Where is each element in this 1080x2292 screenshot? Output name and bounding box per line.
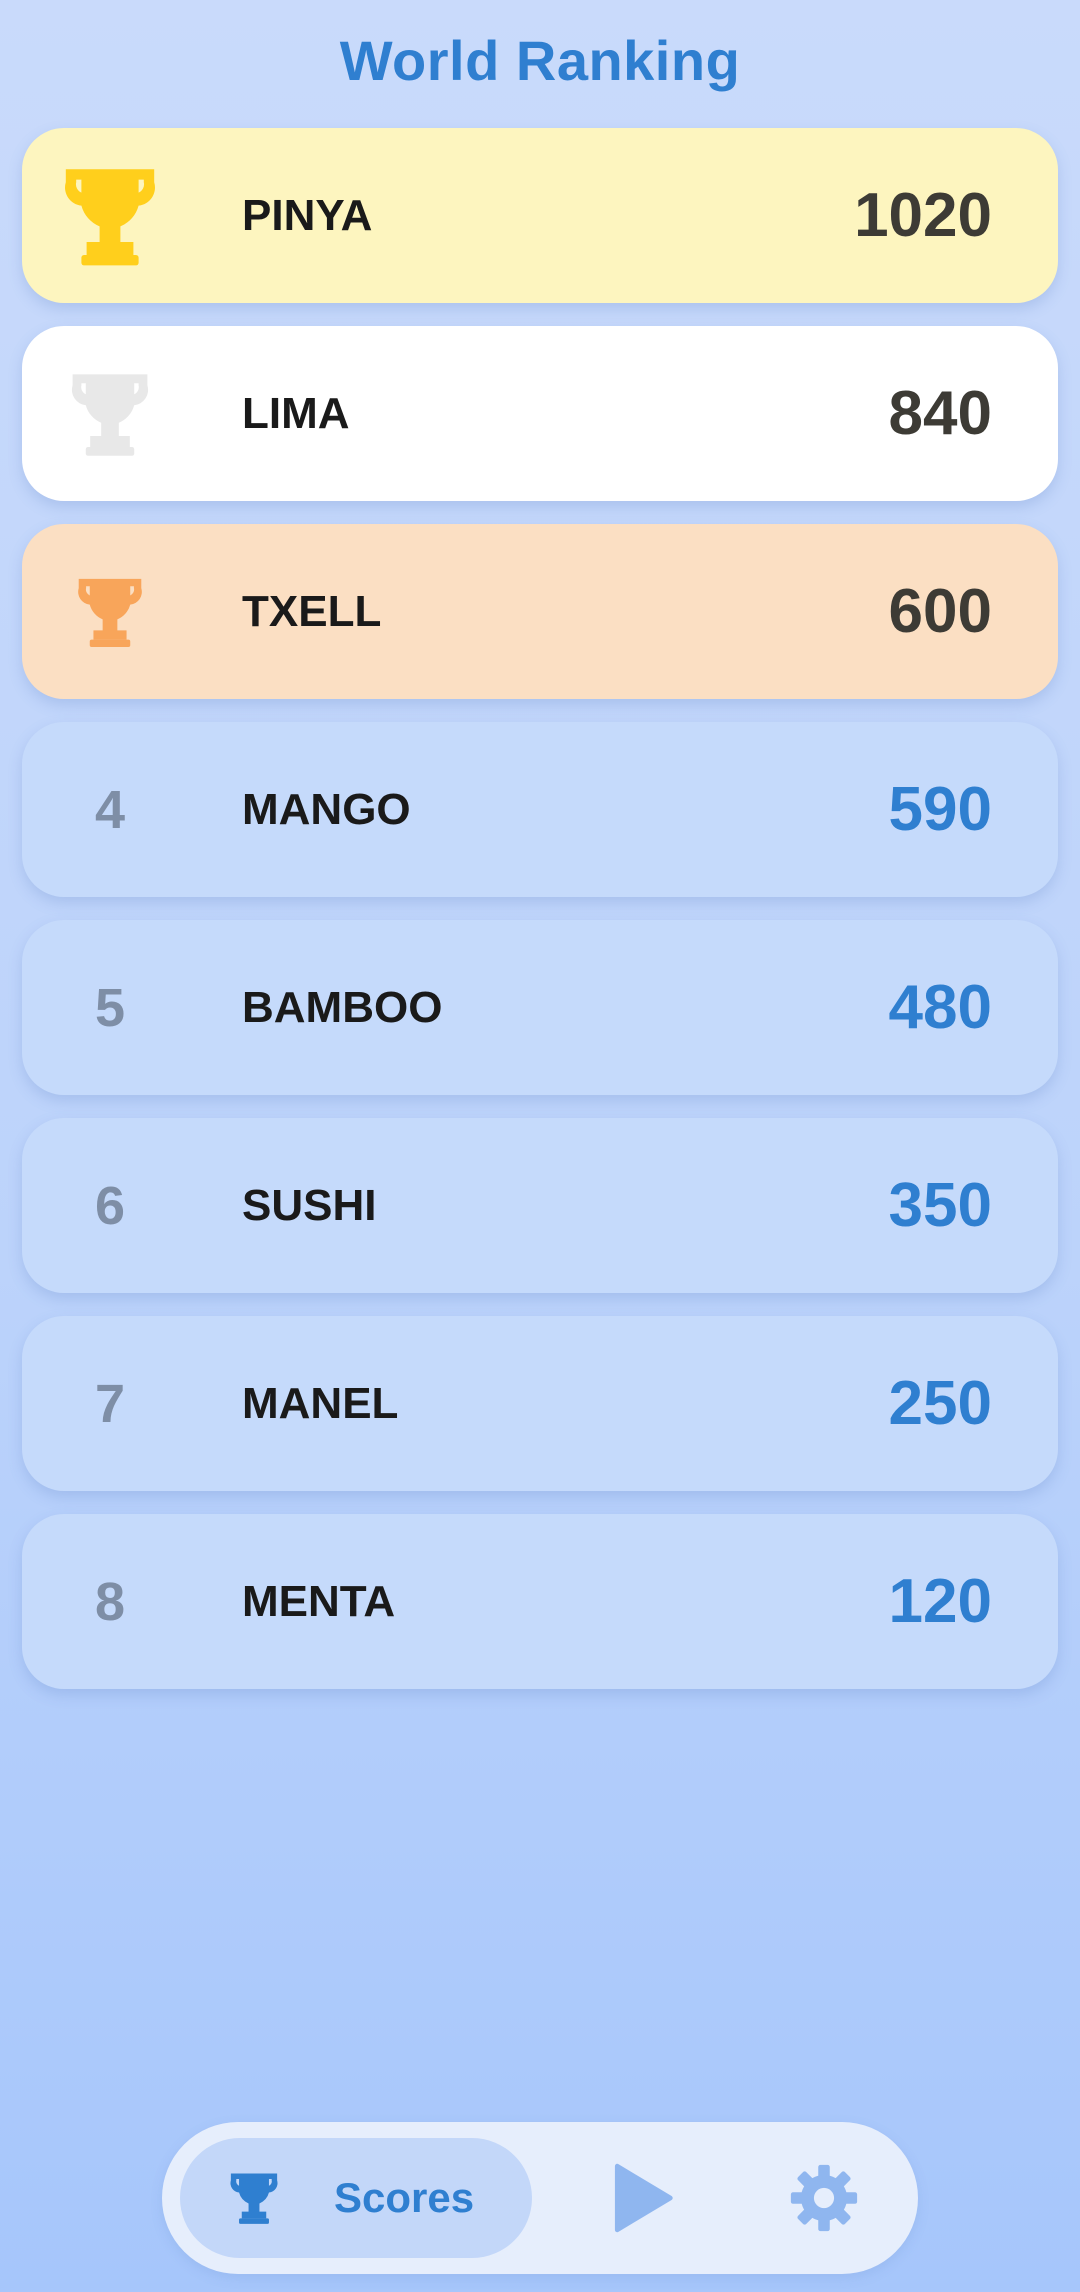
ranking-row-5[interactable]: 5 BAMBOO 480 [22,920,1058,1095]
player-name: BAMBOO [242,983,443,1032]
rank-number: 6 [94,1175,126,1236]
rank-number: 5 [94,977,126,1038]
play-icon[interactable] [602,2160,678,2236]
player-score: 350 [888,1171,992,1240]
player-name: LIMA [242,389,350,438]
ranking-row-3[interactable]: TXELL 600 [22,524,1058,699]
player-score: 590 [888,775,992,844]
ranking-row-2[interactable]: LIMA 840 [22,326,1058,501]
player-name: MENTA [242,1577,396,1626]
player-score: 600 [888,577,992,646]
gold-trophy-icon [22,128,198,303]
nav-scores-tab[interactable]: Scores [180,2138,532,2258]
bottom-navigation: Scores [162,2122,918,2274]
player-name: PINYA [242,191,373,240]
ranking-row-4[interactable]: 4 MANGO 590 [22,722,1058,897]
ranking-row-1[interactable]: PINYA 1020 [22,128,1058,303]
rank-number: 7 [94,1373,126,1434]
silver-trophy-icon [22,326,198,501]
player-score: 480 [888,973,992,1042]
player-name: MANGO [242,785,411,834]
ranking-row-6[interactable]: 6 SUSHI 350 [22,1118,1058,1293]
trophy-icon [230,2173,278,2224]
ranking-row-7[interactable]: 7 MANEL 250 [22,1316,1058,1491]
rank-number: 4 [94,779,126,840]
player-name: MANEL [242,1379,399,1428]
player-name: TXELL [242,587,382,636]
bronze-trophy-icon [22,524,198,699]
player-score: 250 [888,1369,992,1438]
player-score: 120 [888,1567,992,1636]
nav-scores-label: Scores [334,2174,475,2221]
page-title: World Ranking [339,29,741,92]
ranking-list: PINYA 1020 LIMA 840 TXELL 600 4 MANGO 59… [22,128,1058,1712]
rank-number: 8 [94,1571,126,1632]
gear-icon[interactable] [788,2162,860,2234]
player-score: 1020 [854,181,992,250]
player-name: SUSHI [242,1181,377,1230]
player-score: 840 [888,379,992,448]
ranking-row-8[interactable]: 8 MENTA 120 [22,1514,1058,1689]
